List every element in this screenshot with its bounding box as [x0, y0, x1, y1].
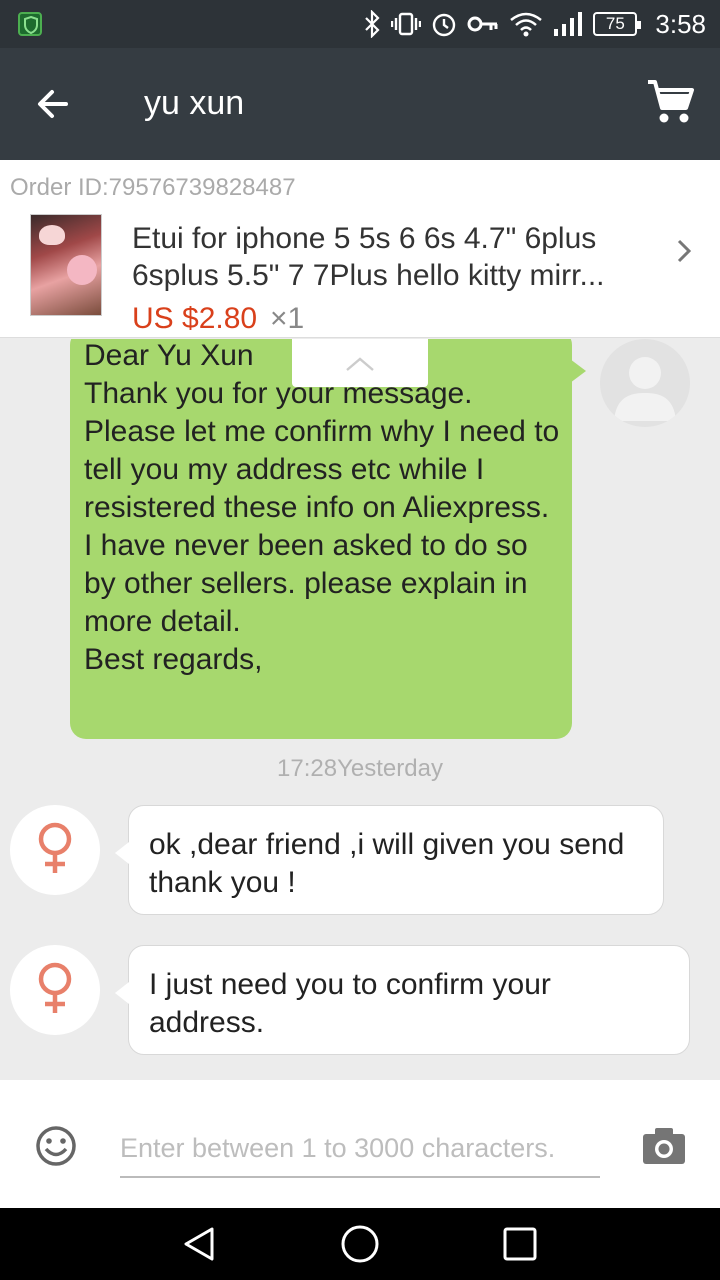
product-thumbnail[interactable]	[30, 214, 102, 316]
back-arrow-icon[interactable]	[30, 80, 80, 128]
female-symbol-icon	[38, 962, 72, 1013]
product-title[interactable]: Etui for iphone 5 5s 6 6s 4.7" 6plus 6sp…	[132, 220, 642, 294]
person-silhouette-icon	[600, 339, 690, 427]
key-icon	[467, 13, 499, 35]
seller-message-bubble[interactable]: I just need you to confirm your address.	[115, 945, 690, 1055]
cart-icon[interactable]	[644, 76, 696, 128]
message-text: I just need you to confirm your address.	[149, 968, 551, 1039]
collapse-order-button[interactable]	[292, 339, 428, 387]
home-circle-icon[interactable]	[340, 1224, 380, 1264]
shield-icon	[18, 12, 42, 36]
my-message-bubble[interactable]: Dear Yu Xun Thank you for your message. …	[70, 339, 586, 739]
order-id: Order ID:79576739828487	[10, 174, 296, 201]
status-bar: 75 3:58	[0, 0, 720, 48]
bluetooth-icon	[363, 10, 381, 38]
female-symbol-icon	[38, 822, 72, 873]
message-text: ok ,dear friend ,i will given you send t…	[149, 828, 625, 899]
battery-icon: 75	[593, 12, 642, 36]
chevron-right-icon[interactable]	[672, 236, 696, 266]
seller-message-bubble[interactable]: ok ,dear friend ,i will given you send t…	[115, 805, 664, 915]
system-nav-bar	[0, 1208, 720, 1280]
recents-square-icon[interactable]	[500, 1224, 540, 1264]
message-text: Dear Yu Xun Thank you for your message. …	[84, 339, 560, 676]
seller-avatar[interactable]	[10, 805, 100, 895]
page-title: yu xun	[144, 84, 245, 122]
emoji-icon[interactable]	[34, 1124, 78, 1168]
clock-time: 3:58	[655, 8, 706, 39]
vibrate-icon	[391, 11, 422, 37]
app-header: yu xun	[0, 48, 720, 160]
product-price: US $2.80	[132, 302, 258, 335]
back-triangle-icon[interactable]	[180, 1224, 220, 1264]
signal-icon	[553, 11, 583, 37]
order-card[interactable]: Order ID:79576739828487 Etui for iphone …	[0, 160, 720, 338]
seller-avatar[interactable]	[10, 945, 100, 1035]
alarm-icon	[431, 11, 457, 37]
status-icons: 75 3:58	[363, 8, 706, 40]
chat-area[interactable]: Dear Yu Xun Thank you for your message. …	[0, 339, 720, 1080]
camera-icon[interactable]	[642, 1126, 686, 1166]
message-timestamp: 17:28Yesterday	[277, 755, 443, 782]
message-input-bar	[0, 1080, 720, 1208]
product-quantity: ×1	[270, 302, 305, 335]
wifi-icon	[509, 11, 543, 37]
message-input[interactable]	[120, 1120, 600, 1178]
